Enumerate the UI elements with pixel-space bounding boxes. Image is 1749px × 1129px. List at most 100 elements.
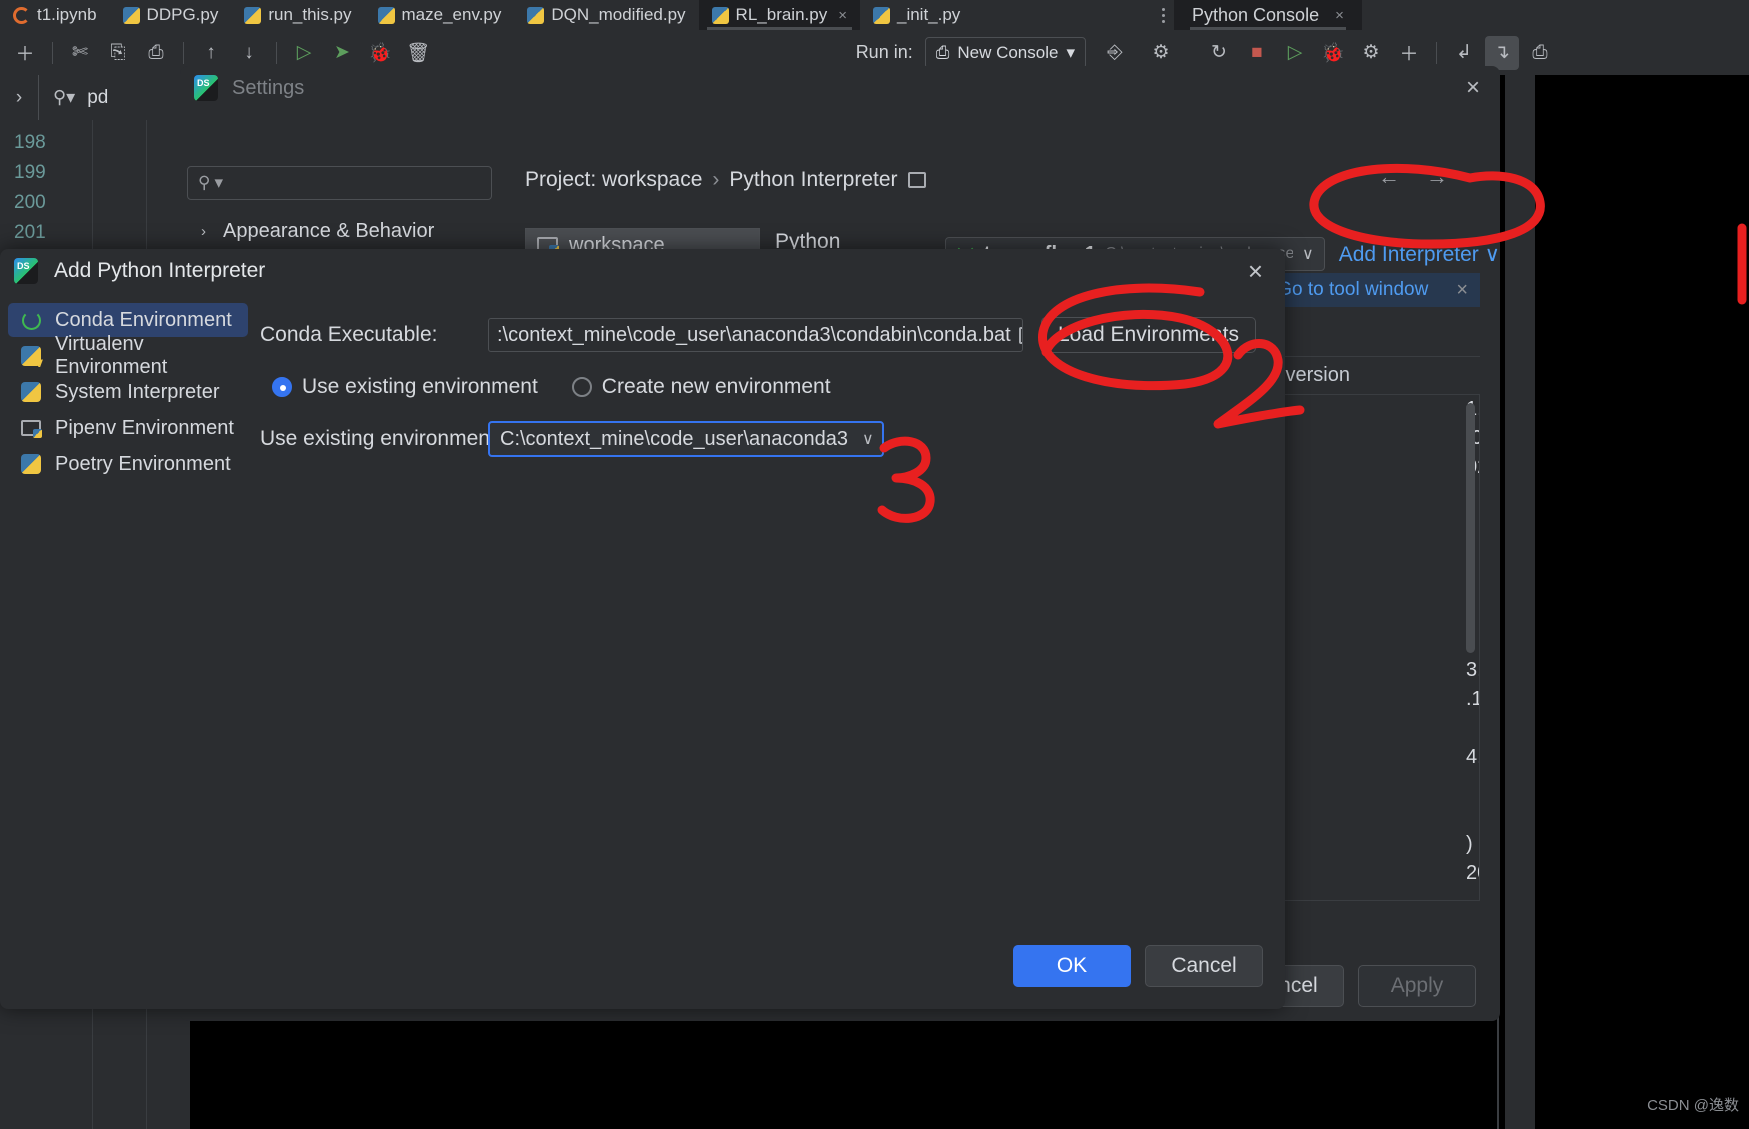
datasplore-app-icon xyxy=(14,258,38,284)
run-in-label: Run in: xyxy=(855,42,913,62)
debug-icon[interactable]: 🐞 xyxy=(363,36,397,70)
run-in-group: Run in: ⎙ New Console ▾ ⎆ ⚙ xyxy=(856,36,1190,70)
tab-python-console-label: Python Console xyxy=(1192,4,1320,25)
folder-browse-icon[interactable] xyxy=(1018,326,1022,344)
print-icon[interactable]: ⎙ xyxy=(1523,36,1557,70)
packages-scrollbar[interactable] xyxy=(1466,403,1475,653)
watermark: CSDN @逸数 xyxy=(1647,1097,1739,1114)
env-type-item-label: System Interpreter xyxy=(55,380,220,403)
conda-executable-label: Conda Executable: xyxy=(260,323,438,346)
banner-link[interactable]: Go to tool window xyxy=(1277,279,1428,301)
gear-icon[interactable]: ⚙ xyxy=(1144,36,1178,70)
toolbar-divider xyxy=(183,41,184,64)
python-file-icon xyxy=(527,6,545,24)
ok-button[interactable]: OK xyxy=(1013,945,1131,987)
poetry-icon xyxy=(20,453,42,475)
conda-executable-value: :\context_mine\code_user\anaconda3\conda… xyxy=(497,323,1011,346)
env-type-item-label: Virtualenv Environment xyxy=(55,333,168,378)
add-interpreter-form: Conda Executable: :\context_mine\code_us… xyxy=(260,303,1265,479)
stop-icon[interactable]: ■ xyxy=(1240,36,1274,70)
nav-back-icon[interactable]: ← xyxy=(1378,164,1400,190)
editor-tab[interactable]: RL_brain.py × xyxy=(698,0,860,30)
move-down-icon[interactable]: ↓ xyxy=(232,36,266,70)
python-file-icon xyxy=(122,6,140,24)
env-type-item-virtualenv-environment[interactable]: Virtualenv Environment xyxy=(8,333,248,378)
expand-icon[interactable]: › xyxy=(0,87,38,109)
python-file-icon xyxy=(711,6,729,24)
debug-icon[interactable]: 🐞 xyxy=(1316,36,1350,70)
gear-icon[interactable]: ⚙ xyxy=(1354,36,1388,70)
env-type-item-poetry-environment[interactable]: Poetry Environment xyxy=(8,447,248,481)
environment-type-list: Conda EnvironmentVirtualenv EnvironmentS… xyxy=(8,303,248,483)
environment-mode-radios: Use existing environment Create new envi… xyxy=(260,375,1265,399)
line-number: 200 xyxy=(14,192,46,213)
editor-tab-bar: t1.ipynb DDPG.py run_this.py maze_env.py DQN… xyxy=(0,0,1320,30)
close-icon[interactable]: × xyxy=(1335,7,1344,24)
radio-create-new[interactable] xyxy=(571,377,592,397)
breadcrumb-page: Python Interpreter xyxy=(729,168,898,191)
radio-use-existing[interactable] xyxy=(272,377,292,397)
close-icon[interactable]: × xyxy=(1466,74,1500,102)
scroll-to-end-icon[interactable]: ↴ xyxy=(1485,35,1519,70)
settings-tree-item[interactable]: › Appearance & Behavior xyxy=(187,215,517,248)
nav-forward-icon[interactable]: → xyxy=(1426,164,1448,190)
new-console-icon[interactable]: ＋ xyxy=(1392,36,1426,70)
run-cell-icon[interactable]: ▷ xyxy=(287,36,321,70)
run-all-icon[interactable]: ➤ xyxy=(325,36,359,70)
radio-create-new-label: Create new environment xyxy=(601,375,831,398)
search-field[interactable]: ⚲▾ pd xyxy=(39,87,108,109)
copy-path-icon[interactable] xyxy=(907,172,926,188)
copy-icon[interactable]: ⎘ xyxy=(101,36,135,70)
existing-environment-label: Use existing environment: xyxy=(260,427,502,450)
editor-tab[interactable]: t1.ipynb xyxy=(0,0,110,30)
pipenv-icon xyxy=(20,417,42,439)
editor-tab[interactable]: run_this.py xyxy=(231,0,364,30)
chevron-right-icon[interactable]: › xyxy=(201,223,213,240)
editor-tab[interactable]: maze_env.py xyxy=(365,0,515,30)
delete-icon[interactable]: 🗑 xyxy=(401,36,435,70)
paste-icon[interactable]: ⎙ xyxy=(139,36,173,70)
conda-executable-row: Conda Executable: :\context_mine\code_us… xyxy=(260,317,1265,353)
env-type-item-pipenv-environment[interactable]: Pipenv Environment xyxy=(8,411,248,445)
editor-tab-label: run_this.py xyxy=(268,5,352,24)
breadcrumb-separator: › xyxy=(712,168,720,191)
settings-tree-item-label: Appearance & Behavior xyxy=(223,220,435,242)
soft-wrap-icon[interactable]: ↲ xyxy=(1447,36,1481,70)
existing-environment-select[interactable]: C:\context_mine\code_user\anaconda3 ∨ xyxy=(488,421,884,457)
editor-tab[interactable]: DQN_modified.py xyxy=(514,0,698,30)
add-interpreter-label: Add Interpreter xyxy=(1338,242,1479,266)
settings-apply-button[interactable]: Apply xyxy=(1358,965,1476,1007)
close-icon[interactable]: × xyxy=(1248,256,1285,287)
env-type-item-conda-environment[interactable]: Conda Environment xyxy=(8,303,248,337)
env-type-item-label: Poetry Environment xyxy=(55,452,231,475)
close-icon[interactable]: × xyxy=(838,7,847,24)
table-cell-latest-version: 3.1 xyxy=(1466,659,1479,681)
breadcrumb-project[interactable]: Project: workspace xyxy=(525,168,702,192)
close-icon[interactable]: × xyxy=(1456,279,1468,302)
settings-title-bar: Settings × xyxy=(180,66,1500,110)
move-up-icon[interactable]: ↑ xyxy=(194,36,228,70)
radio-use-existing-label: Use existing environment xyxy=(302,375,538,398)
settings-nav-arrows: ← → xyxy=(1378,164,1448,190)
editor-tab[interactable]: DDPG.py xyxy=(110,0,232,30)
settings-search-input[interactable]: ⚲ ▾ xyxy=(187,166,492,200)
cut-icon[interactable]: ✄ xyxy=(63,36,97,70)
load-environments-button[interactable]: Load Environments xyxy=(1041,317,1256,353)
run-icon[interactable]: ▷ xyxy=(1278,36,1312,70)
breadcrumb: Project: workspace › Python Interpreter xyxy=(525,168,926,192)
add-icon[interactable]: ＋ xyxy=(8,36,42,70)
run-in-select[interactable]: ⎙ New Console ▾ xyxy=(924,36,1086,69)
conda-executable-input[interactable]: :\context_mine\code_user\anaconda3\conda… xyxy=(488,318,1023,352)
add-interpreter-button[interactable]: Add Interpreter ∨ xyxy=(1339,242,1500,267)
editor-tab[interactable]: _init_.py xyxy=(860,0,973,30)
screen-root: t1.ipynb DDPG.py run_this.py maze_env.py DQN… xyxy=(0,0,1749,1129)
env-type-item-system-interpreter[interactable]: System Interpreter xyxy=(8,375,248,409)
settings-title-label: Settings xyxy=(232,76,305,99)
tabs-overflow-menu-icon[interactable] xyxy=(1152,0,1174,30)
datasplore-app-icon xyxy=(194,75,218,101)
terminal-icon[interactable]: ⎆ xyxy=(1098,36,1132,70)
virtualenv-icon xyxy=(20,345,43,370)
cancel-button[interactable]: Cancel xyxy=(1145,945,1263,987)
rerun-icon[interactable]: ↻ xyxy=(1202,36,1236,70)
tab-python-console[interactable]: Python Console × xyxy=(1174,0,1362,30)
